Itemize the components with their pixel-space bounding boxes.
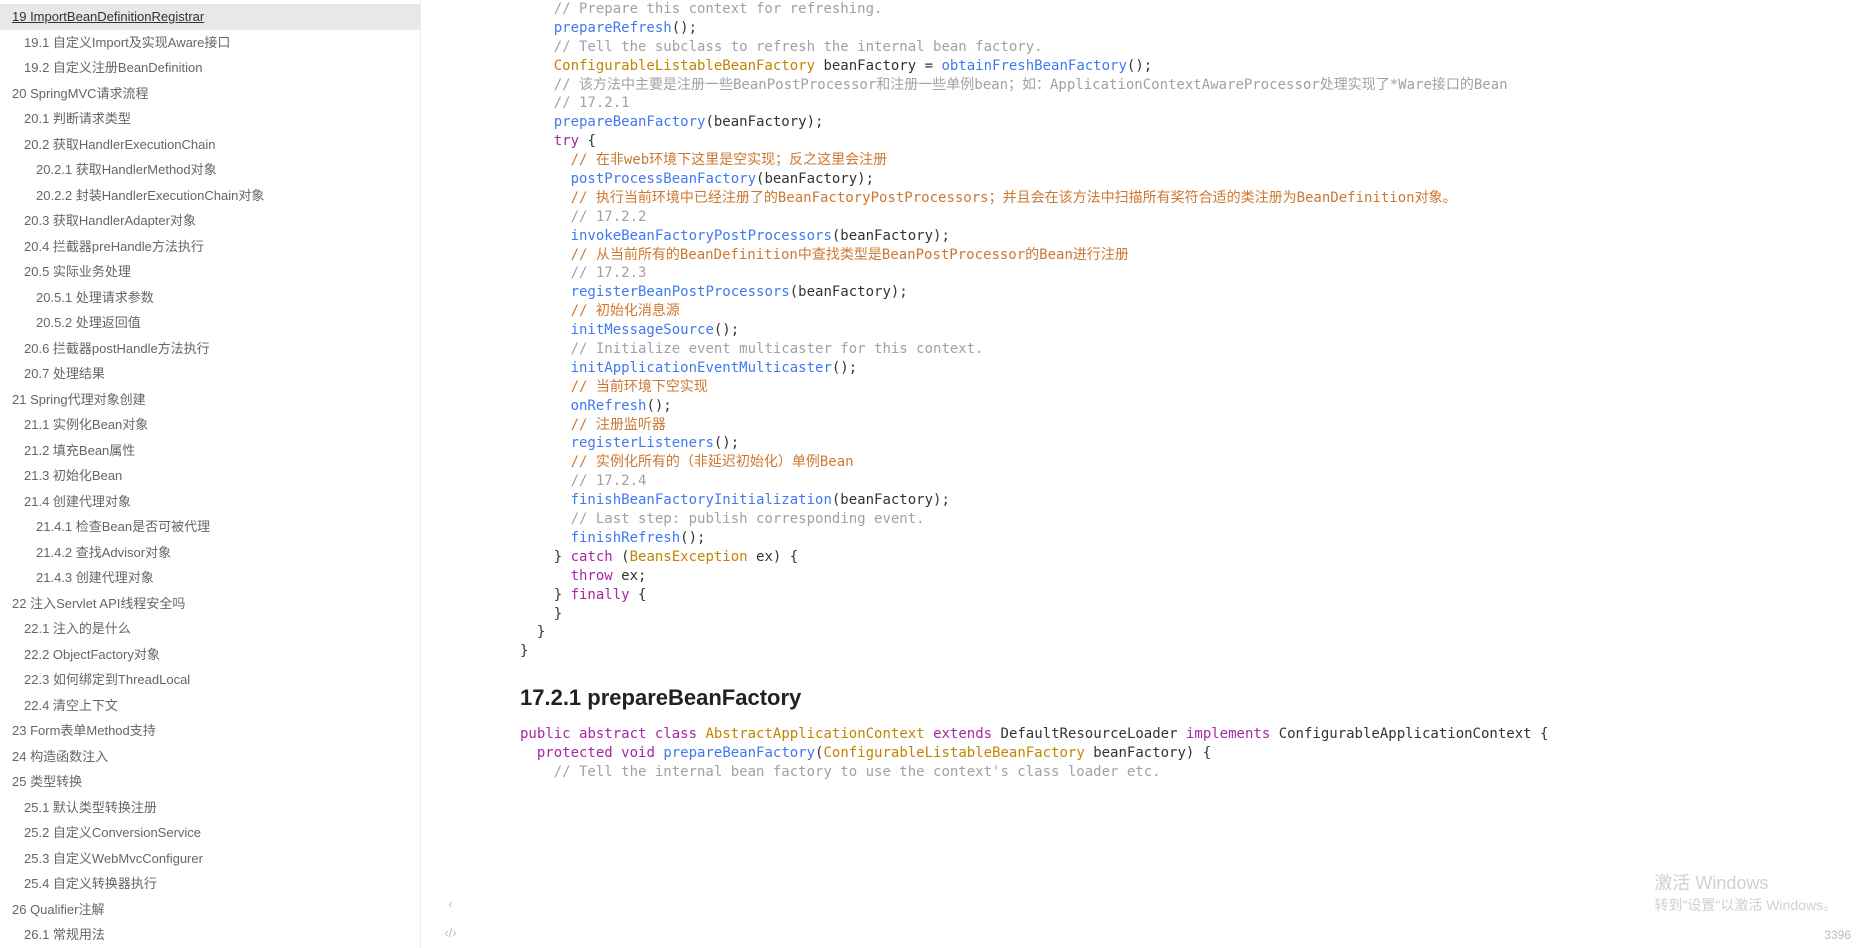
nav-item[interactable]: 20.3 获取HandlerAdapter对象: [0, 208, 420, 234]
nav-item[interactable]: 26 Qualifier注解: [0, 897, 420, 923]
nav-item[interactable]: 22.4 清空上下文: [0, 693, 420, 719]
nav-item[interactable]: 22.2 ObjectFactory对象: [0, 642, 420, 668]
nav-item[interactable]: 23 Form表单Method支持: [0, 718, 420, 744]
nav-item[interactable]: 19 ImportBeanDefinitionRegistrar: [0, 4, 420, 30]
nav-item[interactable]: 19.1 自定义Import及实现Aware接口: [0, 30, 420, 56]
nav-item[interactable]: 21.3 初始化Bean: [0, 463, 420, 489]
nav-item[interactable]: 21 Spring代理对象创建: [0, 387, 420, 413]
code-icon[interactable]: ‹/›: [444, 925, 456, 940]
sidebar-nav: 19 ImportBeanDefinitionRegistrar19.1 自定义…: [0, 0, 420, 948]
section-heading: 17.2.1 prepareBeanFactory: [520, 685, 1835, 711]
nav-item[interactable]: 22.1 注入的是什么: [0, 616, 420, 642]
nav-item[interactable]: 22.3 如何绑定到ThreadLocal: [0, 667, 420, 693]
nav-item[interactable]: 21.2 填充Bean属性: [0, 438, 420, 464]
line-count: 3396: [1824, 928, 1851, 942]
nav-item[interactable]: 20.5.1 处理请求参数: [0, 285, 420, 311]
code-block-2: public abstract class AbstractApplicatio…: [520, 725, 1835, 782]
nav-item[interactable]: 26.1 常规用法: [0, 922, 420, 948]
nav-item[interactable]: 21.4.2 查找Advisor对象: [0, 540, 420, 566]
nav-item[interactable]: 19.2 自定义注册BeanDefinition: [0, 55, 420, 81]
nav-item[interactable]: 25.3 自定义WebMvcConfigurer: [0, 846, 420, 872]
nav-item[interactable]: 25.2 自定义ConversionService: [0, 820, 420, 846]
nav-item[interactable]: 21.1 实例化Bean对象: [0, 412, 420, 438]
nav-item[interactable]: 20 SpringMVC请求流程: [0, 81, 420, 107]
nav-item[interactable]: 20.2.2 封装HandlerExecutionChain对象: [0, 183, 420, 209]
nav-item[interactable]: 20.5 实际业务处理: [0, 259, 420, 285]
nav-item[interactable]: 25.1 默认类型转换注册: [0, 795, 420, 821]
code-block-1: // Prepare this context for refreshing. …: [520, 0, 1835, 661]
nav-item[interactable]: 20.2.1 获取HandlerMethod对象: [0, 157, 420, 183]
nav-item[interactable]: 20.5.2 处理返回值: [0, 310, 420, 336]
nav-item[interactable]: 24 构造函数注入: [0, 744, 420, 770]
nav-item[interactable]: 21.4.3 创建代理对象: [0, 565, 420, 591]
nav-item[interactable]: 25.4 自定义转换器执行: [0, 871, 420, 897]
nav-item[interactable]: 21.4.1 检查Bean是否可被代理: [0, 514, 420, 540]
main-content: // Prepare this context for refreshing. …: [480, 0, 1863, 948]
gutter-toolbar: ‹ ‹/›: [420, 0, 480, 948]
nav-item[interactable]: 20.2 获取HandlerExecutionChain: [0, 132, 420, 158]
nav-item[interactable]: 21.4 创建代理对象: [0, 489, 420, 515]
nav-item[interactable]: 20.1 判断请求类型: [0, 106, 420, 132]
nav-item[interactable]: 20.4 拦截器preHandle方法执行: [0, 234, 420, 260]
nav-item[interactable]: 22 注入Servlet API线程安全吗: [0, 591, 420, 617]
back-icon[interactable]: ‹: [448, 896, 452, 911]
nav-item[interactable]: 20.6 拦截器postHandle方法执行: [0, 336, 420, 362]
nav-item[interactable]: 25 类型转换: [0, 769, 420, 795]
nav-item[interactable]: 20.7 处理结果: [0, 361, 420, 387]
